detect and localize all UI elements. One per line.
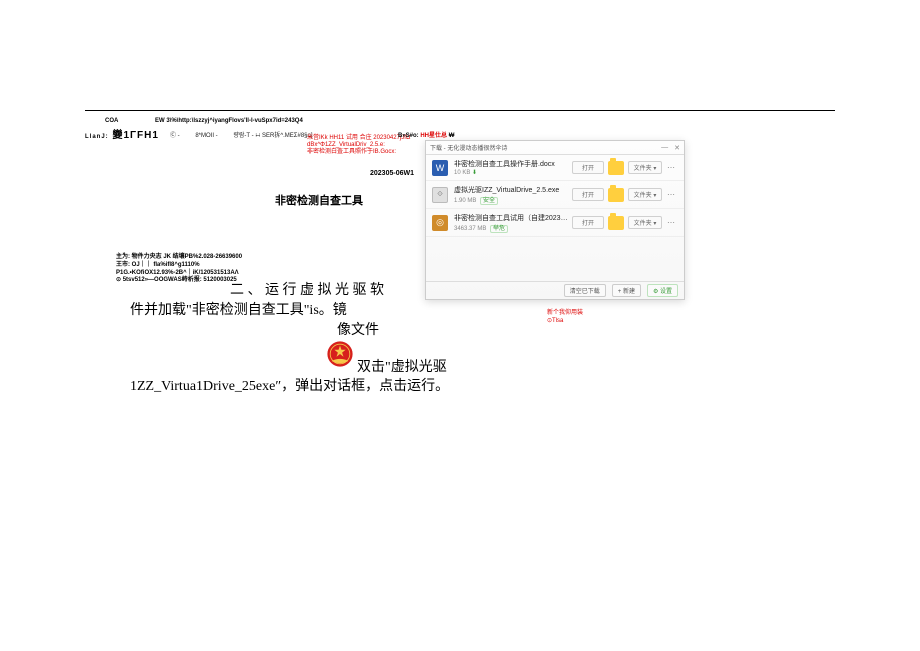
doc-heading: 非密检测自查工具 xyxy=(275,192,363,208)
settings-button[interactable]: ⚙ 设置 xyxy=(647,284,678,297)
spec-4: ⊙ 5tsv512»—OOGWAS峙析报: 5120003025 xyxy=(116,277,242,285)
badge: B»S#o: HH星仕总 ₩ xyxy=(398,130,454,139)
open-button[interactable]: 打开 xyxy=(572,188,604,201)
row-more-icon[interactable]: ⋯ xyxy=(664,218,678,227)
folder-icon[interactable] xyxy=(608,188,624,202)
clear-downloads-button[interactable]: 清空已下载 xyxy=(564,284,606,297)
badge-tail: ₩ xyxy=(449,133,455,139)
download-size: 1.90 MB xyxy=(454,198,476,204)
red-annotation: 新个我仰用装 ⊙Tlsa xyxy=(547,310,583,326)
red-line-1: 米営IKk HH11 试用 合庄 20230427jJfΩ xyxy=(307,135,410,142)
file-iso-icon: ◎ xyxy=(432,215,448,231)
download-popup: 下载 - 无化漫动态播很然伞诗 — ✕ W 非密检测自查工具操作手册.docx … xyxy=(425,140,685,300)
browser-tabs: Ⓒ - 8*MOII - 량람-T - ∺ SER拆^.MEΣ#8§o] xyxy=(170,130,327,139)
tab-3[interactable]: 량람-T - ∺ SER拆^.MEΣ#8§o] xyxy=(233,133,312,139)
badge-red: HH星仕总 xyxy=(419,133,449,139)
red-notice: 米営IKk HH11 试用 合庄 20230427jJfΩ dBx^Φ1ZZ_V… xyxy=(307,135,410,157)
download-filename: 虚拟光驱IZZ_VirtualDrive_2.5.exe xyxy=(454,185,568,195)
national-emblem-icon xyxy=(326,340,354,368)
brand-block: LlanJ: 變1ΓFH1 xyxy=(85,126,159,141)
open-button[interactable]: 打开 xyxy=(572,161,604,174)
folder-icon[interactable] xyxy=(608,161,624,175)
popup-titlebar: 下载 - 无化漫动态播很然伞诗 — ✕ xyxy=(426,141,684,155)
body-line-1: 二 、 运 行 虚 拟 光 驱 软 xyxy=(230,280,384,302)
meta-url: EW 3\%\http:\lszzyj^iyangFlovs'll-l-vuSp… xyxy=(155,118,303,124)
body-line-3: 像文件 xyxy=(337,320,379,342)
red-anno-1: 新个我仰用装 xyxy=(547,310,583,318)
folder-dropdown[interactable]: 文件夹 ▾ xyxy=(628,216,662,229)
download-row: ◎ 非密检测自查工具试用（自建20230427）.iso 3463.37 MB … xyxy=(426,209,684,237)
row-more-icon[interactable]: ⋯ xyxy=(664,190,678,199)
popup-footer: 清空已下载 + 新建 ⚙ 设置 xyxy=(426,281,684,299)
download-tag: 安全 xyxy=(480,197,498,205)
spec-2: 王市: OJ｜｜ fla%ifl8^g1110% xyxy=(116,262,242,270)
tab-1[interactable]: Ⓒ - xyxy=(170,133,180,139)
folder-dropdown[interactable]: 文件夹 ▾ xyxy=(628,161,662,174)
red-line-3: 非密检测白査工具照作于IB.Gocx: xyxy=(307,149,410,156)
window-min-button[interactable]: — xyxy=(661,144,668,152)
red-anno-2: ⊙Tlsa xyxy=(547,318,583,326)
file-docx-icon: W xyxy=(432,160,448,176)
popup-title: 下载 - 无化漫动态播很然伞诗 xyxy=(430,143,507,152)
spec-block: 主为: 物件力央志 JK 结壤PB%2.028-26639600 王市: OJ｜… xyxy=(116,254,242,285)
new-download-button[interactable]: + 新建 xyxy=(612,284,641,297)
tab-2[interactable]: 8*MOII - xyxy=(195,133,217,139)
brand-prefix: LlanJ: xyxy=(85,134,109,140)
body-line-2: 件并加载"非密检测自查工具"is。镜 xyxy=(130,300,347,322)
brand-code: 變1ΓFH1 xyxy=(112,130,158,141)
open-button[interactable]: 打开 xyxy=(572,216,604,229)
window-close-button[interactable]: ✕ xyxy=(674,144,680,152)
row-more-icon[interactable]: ⋯ xyxy=(664,163,678,172)
download-size: 10 KB xyxy=(454,170,470,176)
top-rule xyxy=(85,110,835,111)
download-filename: 非密检测自查工具试用（自建20230427）.iso xyxy=(454,213,568,223)
download-arrow-icon: ⬇ xyxy=(472,170,477,176)
doc-code: 202305-06W1 xyxy=(370,170,414,177)
spec-1: 主为: 物件力央志 JK 结壤PB%2.028-26639600 xyxy=(116,254,242,262)
download-row: ⟐ 虚拟光驱IZZ_VirtualDrive_2.5.exe 1.90 MB 安… xyxy=(426,181,684,209)
download-filename: 非密检测自查工具操作手册.docx xyxy=(454,159,568,169)
folder-dropdown[interactable]: 文件夹 ▾ xyxy=(628,188,662,201)
download-tag: 举危 xyxy=(490,225,508,233)
badge-left: B»S#o: xyxy=(398,133,419,139)
download-row: W 非密检测自查工具操作手册.docx 10 KB ⬇ 打开 文件夹 ▾ ⋯ xyxy=(426,155,684,181)
meta-coa: COA xyxy=(105,118,118,124)
body-line-5: 1ZZ_Virtua1Drive_25exe″，弹出对话框，点击运行。 xyxy=(130,376,449,398)
file-exe-icon: ⟐ xyxy=(432,187,448,203)
folder-icon[interactable] xyxy=(608,216,624,230)
download-list: W 非密检测自查工具操作手册.docx 10 KB ⬇ 打开 文件夹 ▾ ⋯ ⟐… xyxy=(426,155,684,281)
download-size: 3463.37 MB xyxy=(454,226,486,232)
